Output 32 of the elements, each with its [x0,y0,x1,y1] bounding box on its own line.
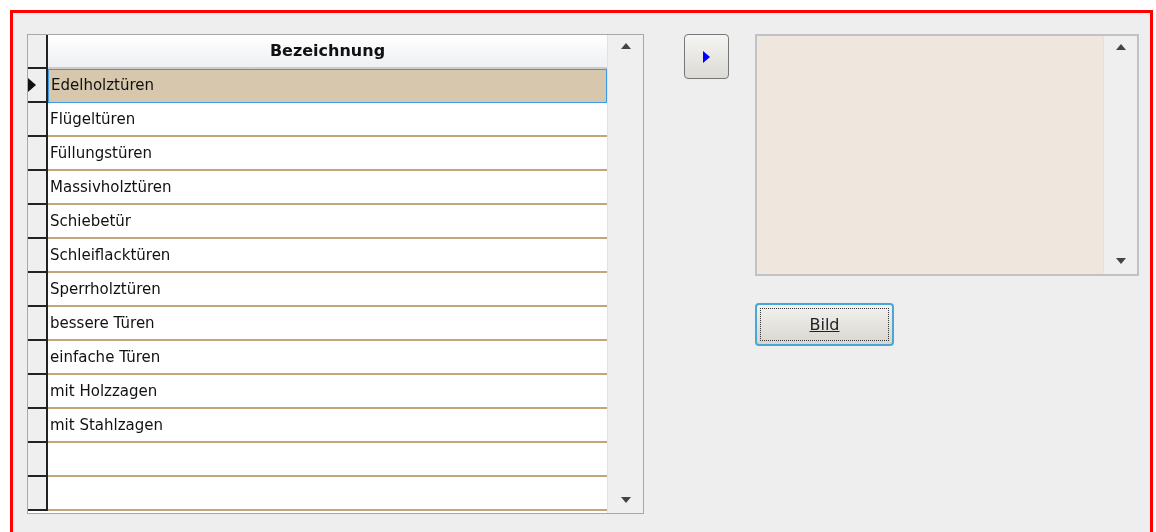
row-header[interactable] [28,341,48,375]
table-cell[interactable]: Schiebetür [48,205,607,239]
row-header[interactable] [28,103,48,137]
row-header[interactable] [28,239,48,273]
table-cell[interactable]: bessere Türen [48,307,607,341]
row-header[interactable] [28,273,48,307]
table-cell[interactable]: einfache Türen [48,341,607,375]
table-cell[interactable]: Sperrholztüren [48,273,607,307]
scroll-up-arrow[interactable] [620,43,631,49]
scroll-down-arrow[interactable] [1115,258,1126,264]
row-header[interactable] [28,171,48,205]
row-header[interactable] [28,69,48,103]
table-cell[interactable]: mit Stahlzagen [48,409,607,443]
row-header[interactable] [28,375,48,409]
row-header[interactable] [28,443,48,477]
row-header[interactable] [28,137,48,171]
row-header[interactable] [28,477,48,511]
table-cell[interactable]: mit Holzzagen [48,375,607,409]
row-header[interactable] [28,307,48,341]
table-cell[interactable]: Füllungstüren [48,137,607,171]
table-cell[interactable]: Massivholztüren [48,171,607,205]
next-button[interactable] [684,34,729,79]
scroll-up-arrow[interactable] [1115,44,1126,50]
image-button[interactable]: Bild [755,303,894,346]
row-header[interactable] [28,409,48,443]
row-header [28,35,48,69]
play-icon [703,50,710,63]
row-header[interactable] [28,205,48,239]
scroll-down-arrow[interactable] [620,497,631,503]
table-cell[interactable]: Edelholztüren [48,69,607,103]
table-cell[interactable]: Schleiflacktüren [48,239,607,273]
table-cell[interactable]: Flügeltüren [48,103,607,137]
